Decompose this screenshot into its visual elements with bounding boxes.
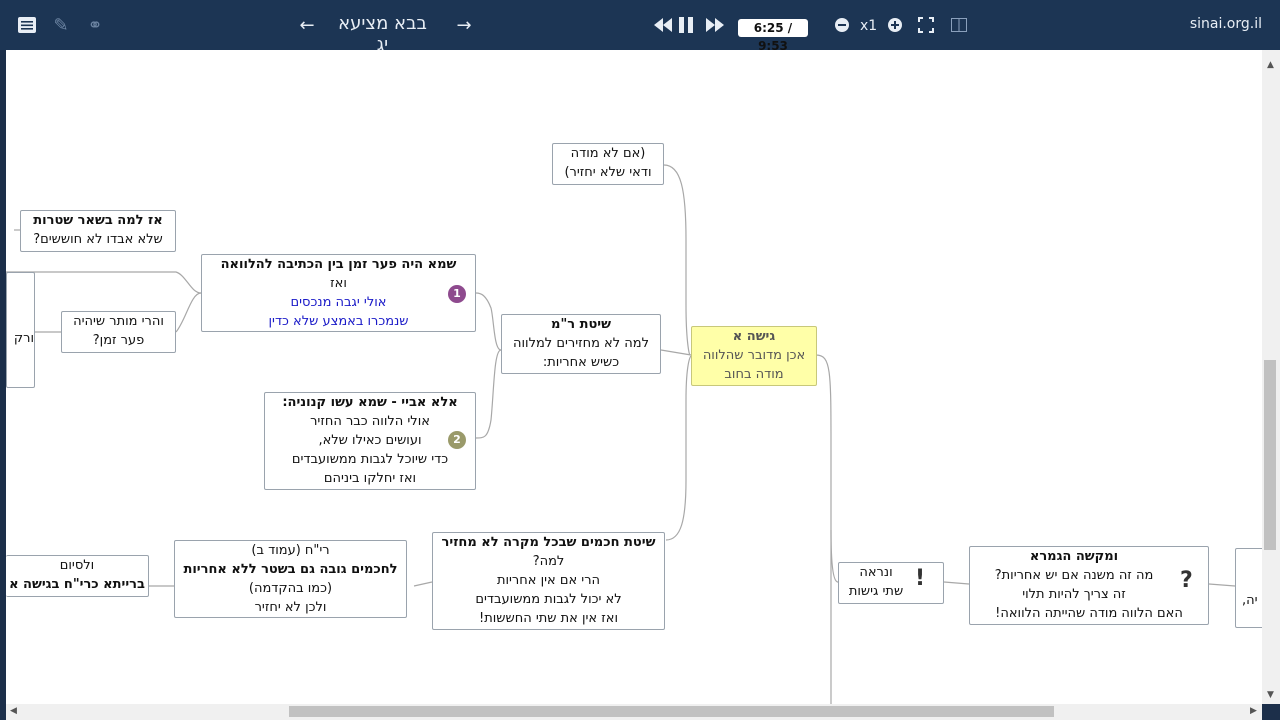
node-text: פער זמן? xyxy=(92,333,145,348)
node-venir-ah[interactable]: ונראה שתי גישות ! xyxy=(838,562,944,604)
node-text: למה? xyxy=(532,554,565,569)
node-text: האם הלווה מודה שהייתה הלוואה! xyxy=(995,606,1183,621)
node-text: והרי מותר שיהיה xyxy=(73,314,164,329)
split-view-icon[interactable] xyxy=(948,14,970,36)
time-display: 6:25 / 9:53 xyxy=(738,19,808,53)
question-icon: ? xyxy=(1180,568,1193,593)
fast-forward-icon[interactable] xyxy=(704,14,726,36)
mindmap-canvas: (אם לא מודה ודאי שלא יחזיר) אז למה בשאר … xyxy=(6,50,1262,704)
node-gisha-a[interactable]: גישה א אכן מדובר שהלווה מודה בחוב xyxy=(691,326,817,386)
scroll-right-icon[interactable]: ▶ xyxy=(1250,706,1257,716)
node-text: למה לא מחזירים למלווה xyxy=(513,336,649,351)
node-shitat-chachamim[interactable]: שיטת חכמים שבכל מקרה לא מחזיר למה? הרי א… xyxy=(432,532,665,630)
node-text: שמא היה פער זמן בין הכתיבה להלוואה xyxy=(220,257,457,272)
node-text: מודה בחוב xyxy=(724,367,784,382)
node-text: יה, xyxy=(1242,593,1258,608)
node-text: ועושים כאילו שלא, xyxy=(318,433,422,448)
node-text: ברייתא כרי"ח בגישה א xyxy=(9,577,145,592)
node-text: (אם לא מודה xyxy=(570,146,646,161)
node-text: לא יכול לגבות ממשועבדים xyxy=(475,592,622,607)
node-text: שיטת חכמים שבכל מקרה לא מחזיר xyxy=(441,535,656,550)
node-shema-haya-pe-er[interactable]: שמא היה פער זמן בין הכתיבה להלוואה ואז א… xyxy=(201,254,476,332)
node-text: שנמכרו באמצע שלא כדין xyxy=(268,314,409,329)
node-am-lo-mode[interactable]: (אם לא מודה ודאי שלא יחזיר) xyxy=(552,143,664,185)
node-edge-partial[interactable]: יה, xyxy=(1235,548,1262,628)
scroll-up-icon[interactable]: ▲ xyxy=(1267,60,1274,70)
node-ela-abaye[interactable]: אלא אביי - שמא עשו קנוניה: אולי הלווה כב… xyxy=(264,392,476,490)
node-text: שלא אבדו לא חוששים? xyxy=(33,232,163,247)
fullscreen-icon[interactable] xyxy=(915,14,937,36)
node-text: אולי הלווה כבר החזיר xyxy=(310,414,430,429)
node-text: ומקשה הגמרא xyxy=(1029,549,1119,564)
arrow-left-icon[interactable]: ← xyxy=(296,14,318,36)
node-text: גישה א xyxy=(732,329,776,344)
scroll-down-icon[interactable]: ▼ xyxy=(1267,690,1274,700)
node-text: כשיש אחריות: xyxy=(542,355,620,370)
vertical-scrollbar[interactable]: ▲ ▼ xyxy=(1262,50,1280,704)
node-vesiyum[interactable]: ולסיום ברייתא כרי"ח בגישה א xyxy=(6,555,149,597)
node-text: ואז יחלקו ביניהם xyxy=(323,471,417,486)
node-makshe-hagemara[interactable]: ומקשה הגמרא מה זה משנה אם יש אחריות? זה … xyxy=(969,546,1209,625)
node-ruk-partial[interactable]: ורק xyxy=(6,272,35,388)
node-text: זה צריך להיות תלוי xyxy=(1022,587,1126,602)
number-one-badge-icon: 1 xyxy=(448,285,466,303)
node-text: ודאי שלא יחזיר) xyxy=(564,165,652,180)
vertical-scroll-thumb[interactable] xyxy=(1264,360,1276,550)
node-text: הרי אם אין אחריות xyxy=(496,573,601,588)
horizontal-scrollbar[interactable]: ◀ ▶ xyxy=(6,704,1262,720)
node-rih-amud-b[interactable]: רי"ח (עמוד ב) לחכמים גובה גם בשטר ללא אח… xyxy=(174,540,407,618)
page-title: בבא מציעא יג xyxy=(338,13,427,55)
node-text: ונראה xyxy=(859,565,893,580)
node-text: רי"ח (עמוד ב) xyxy=(251,543,330,558)
exclamation-icon: ! xyxy=(915,566,926,591)
site-link[interactable]: sinai.org.il xyxy=(1190,16,1262,32)
scroll-left-icon[interactable]: ◀ xyxy=(10,706,17,716)
speed-label: x1 xyxy=(860,18,878,34)
node-az-lama[interactable]: אז למה בשאר שטרות שלא אבדו לא חוששים? xyxy=(20,210,176,252)
horizontal-scroll-thumb[interactable] xyxy=(289,706,1054,717)
node-text: ואז אין את שתי החששות! xyxy=(478,611,618,626)
node-text: כדי שיוכל לגבות ממשועבדים xyxy=(291,452,449,467)
arrow-right-icon[interactable]: → xyxy=(453,14,475,36)
list-icon[interactable] xyxy=(16,14,38,36)
node-text: ורק xyxy=(13,331,34,346)
player-toolbar: ✎ ⚭ ← בבא מציעא יג → 6:25 / 9:53 x1 sina… xyxy=(0,0,1280,55)
number-two-badge-icon: 2 xyxy=(448,431,466,449)
node-text: שיטת ר"מ xyxy=(551,317,611,332)
node-text: ואז xyxy=(330,276,347,291)
node-text: שתי גישות xyxy=(848,584,904,599)
minus-icon[interactable] xyxy=(831,14,853,36)
node-harei-mutar[interactable]: והרי מותר שיהיה פער זמן? xyxy=(61,311,176,353)
node-text: (כמו בהקדמה) xyxy=(248,581,333,596)
rewind-icon[interactable] xyxy=(652,14,674,36)
node-text: אלא אביי - שמא עשו קנוניה: xyxy=(282,395,458,410)
node-text: אז למה בשאר שטרות xyxy=(33,213,163,228)
node-text: ולסיום xyxy=(59,558,95,573)
edit-icon[interactable]: ✎ xyxy=(50,14,72,36)
node-shitat-rm[interactable]: שיטת ר"מ למה לא מחזירים למלווה כשיש אחרי… xyxy=(501,314,661,374)
node-text: מה זה משנה אם יש אחריות? xyxy=(994,568,1154,583)
node-text: לחכמים גובה גם בשטר ללא אחריות xyxy=(183,562,398,577)
plus-icon[interactable] xyxy=(884,14,906,36)
link-icon[interactable]: ⚭ xyxy=(84,14,106,36)
node-text: ולכן לא יחזיר xyxy=(254,600,327,615)
pause-icon[interactable] xyxy=(675,14,697,36)
node-text: אכן מדובר שהלווה xyxy=(702,348,806,363)
node-text: אולי יגבה מנכסים xyxy=(290,295,387,310)
